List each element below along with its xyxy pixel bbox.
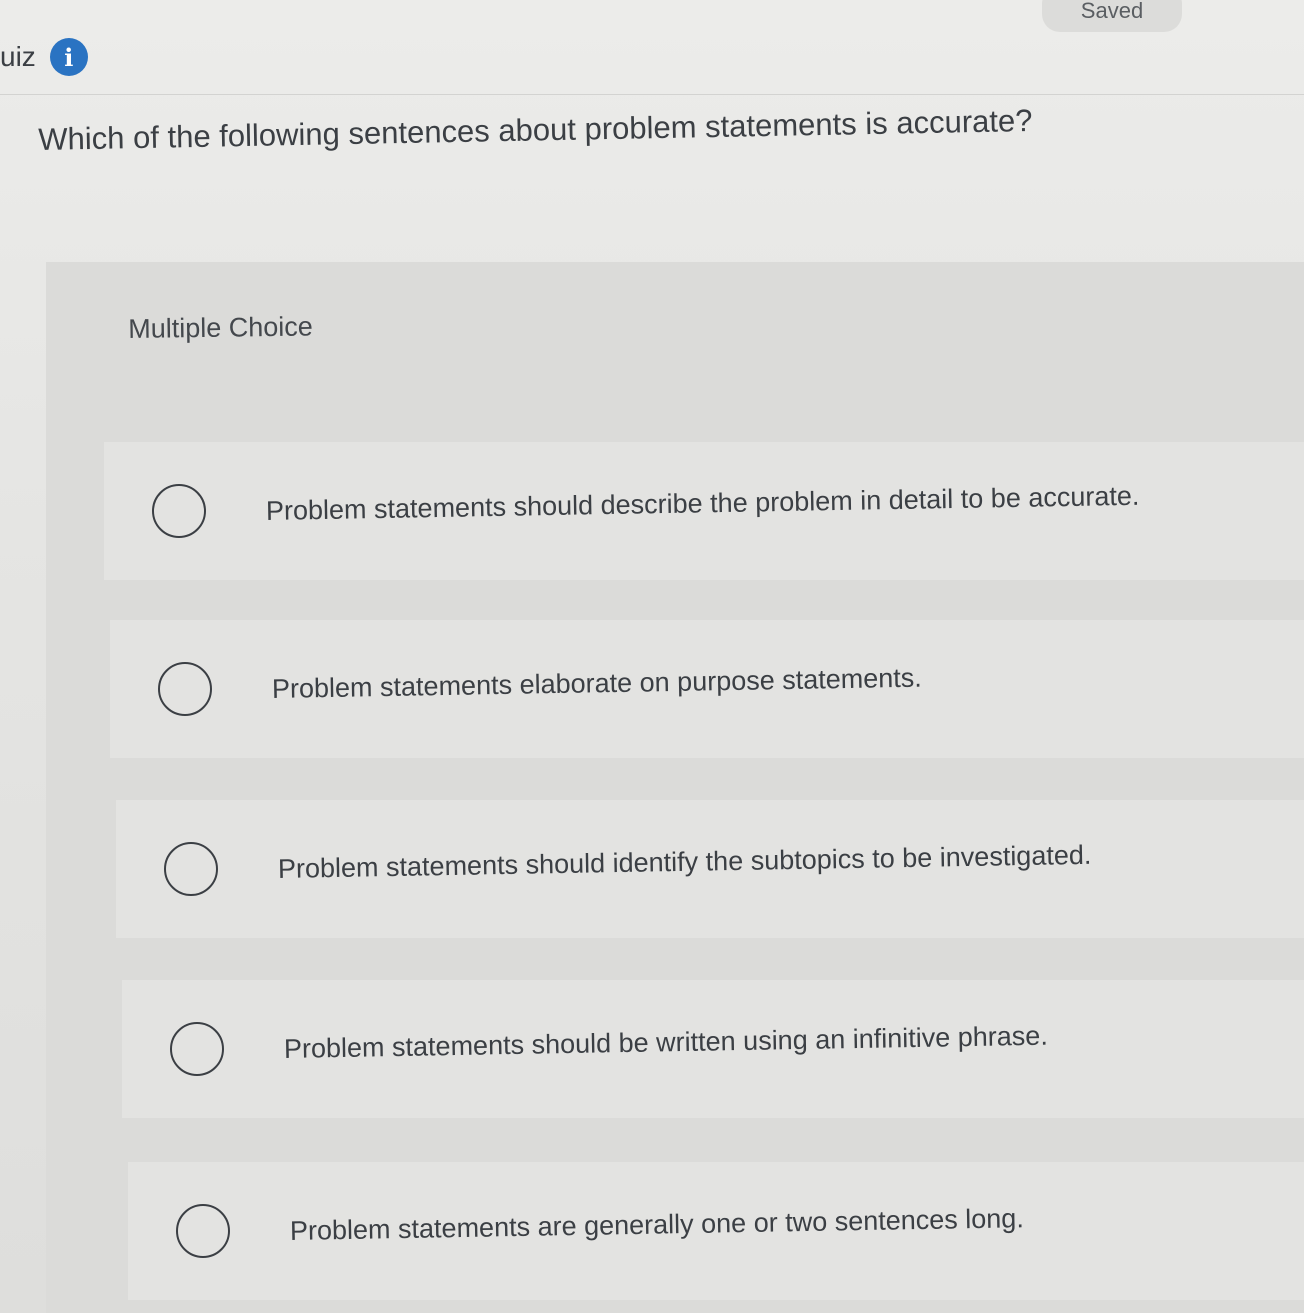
answer-option-3[interactable]: Problem statements should identify the s… <box>116 800 1304 938</box>
quiz-title: uiz <box>0 41 36 72</box>
radio-button-1[interactable] <box>152 484 206 538</box>
answer-option-3-label: Problem statements should identify the s… <box>277 839 1092 884</box>
radio-button-4[interactable] <box>170 1022 224 1076</box>
radio-button-5[interactable] <box>176 1204 230 1258</box>
header-divider <box>0 94 1304 95</box>
answer-option-1[interactable]: Problem statements should describe the p… <box>104 442 1304 580</box>
answer-option-4-label: Problem statements should be written usi… <box>283 1020 1049 1064</box>
answer-option-2[interactable]: Problem statements elaborate on purpose … <box>110 620 1304 758</box>
answer-option-5-label: Problem statements are generally one or … <box>289 1202 1025 1246</box>
question-type-label: Multiple Choice <box>128 311 313 344</box>
info-icon[interactable]: i <box>49 38 88 76</box>
answer-option-1-label: Problem statements should describe the p… <box>265 480 1140 526</box>
answer-option-2-label: Problem statements elaborate on purpose … <box>271 662 923 704</box>
answer-option-4[interactable]: Problem statements should be written usi… <box>122 980 1304 1118</box>
radio-button-3[interactable] <box>164 842 218 896</box>
answer-option-5[interactable]: Problem statements are generally one or … <box>128 1162 1304 1300</box>
multiple-choice-panel <box>46 262 1304 1313</box>
saved-status-badge: Saved <box>1042 0 1182 32</box>
saved-status-label: Saved <box>1080 0 1144 23</box>
quiz-header: uiz i <box>0 36 88 78</box>
radio-button-2[interactable] <box>158 662 212 716</box>
